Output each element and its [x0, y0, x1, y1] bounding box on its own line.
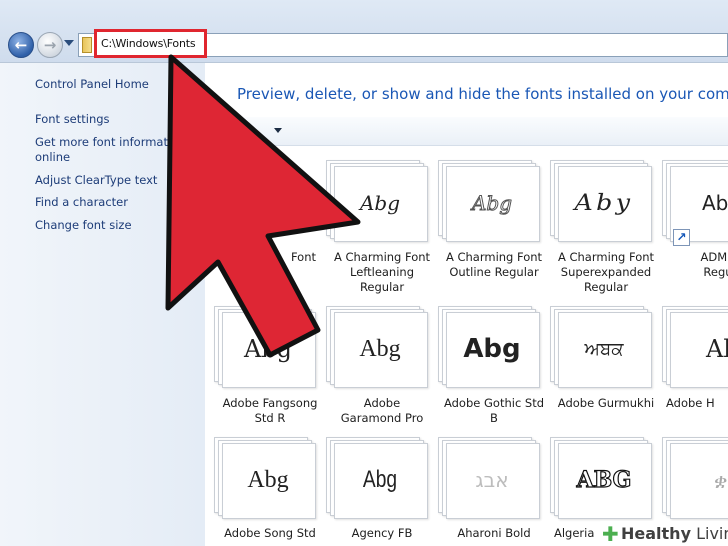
fonts-window: ← → C:\Windows\Fonts Control Panel Home …	[0, 0, 728, 546]
watermark-text: Healthy Living	[621, 524, 728, 543]
plus-logo-icon: ✚	[602, 522, 619, 546]
pointer-arrow-icon	[165, 54, 361, 358]
